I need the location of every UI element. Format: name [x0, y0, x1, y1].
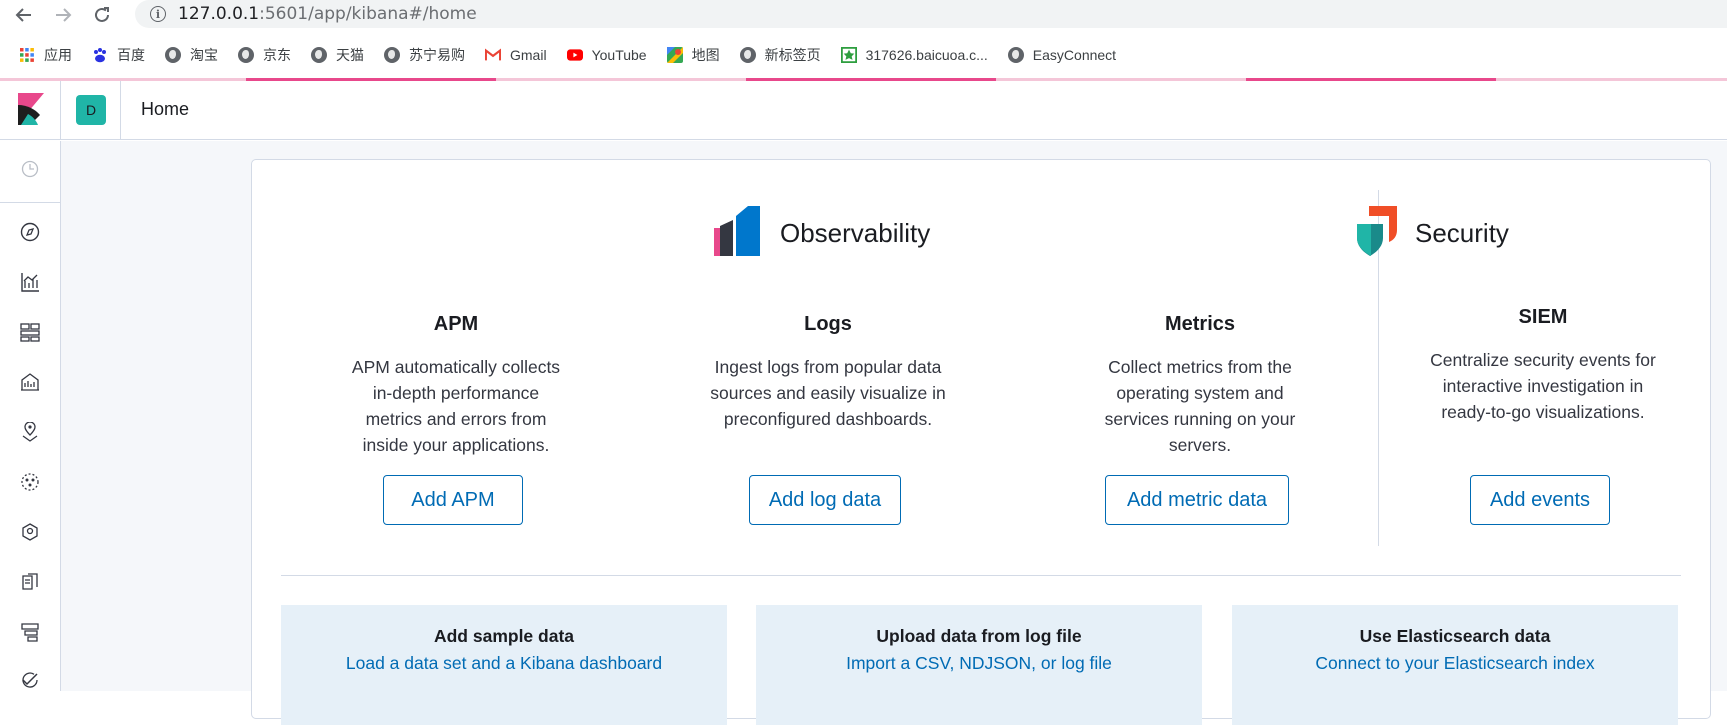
feature-title: SIEM [1518, 306, 1568, 328]
bookmark-taobao[interactable]: 淘宝 [165, 45, 218, 65]
header-divider [120, 81, 121, 139]
observability-title: Observability [780, 218, 931, 248]
logs-icon[interactable] [19, 571, 41, 593]
feature-siem: SIEM Centralize security events for inte… [1393, 306, 1693, 425]
reload-icon[interactable] [91, 4, 113, 26]
bookmark-baidu[interactable]: 百度 [92, 45, 145, 65]
apps-grid-icon [19, 47, 35, 63]
machine-learning-icon[interactable] [19, 471, 41, 493]
bookmark-label: 百度 [117, 47, 145, 63]
bookmark-newtab[interactable]: 新标签页 [739, 45, 821, 65]
bookmark-youtube[interactable]: YouTube [566, 47, 647, 63]
globe-icon [1007, 47, 1024, 63]
main-content: Observability Security APM APM automatic… [61, 141, 1727, 725]
kibana-logo-icon[interactable] [18, 93, 44, 125]
bookmark-label: YouTube [591, 47, 647, 63]
bookmarks-bar: 应用 百度 淘宝 京东 天猫 苏宁易购 Gmail YouTube 地图 新标签… [0, 40, 1727, 70]
bookmark-gmail[interactable]: Gmail [485, 47, 547, 63]
section-divider [281, 575, 1681, 576]
globe-icon [165, 47, 181, 63]
tile-title: Use Elasticsearch data [1359, 626, 1551, 646]
youtube-icon [566, 47, 583, 63]
security-title: Security [1415, 218, 1509, 248]
header-divider [60, 81, 61, 139]
baicuoa-icon [840, 47, 857, 63]
upload-log-file-tile[interactable]: Upload data from log file Import a CSV, … [756, 605, 1202, 725]
bookmark-label: 317626.baicuoa.c... [865, 47, 988, 63]
feature-apm: APM APM automatically collects in-depth … [306, 313, 606, 458]
metrics-icon[interactable] [19, 521, 41, 543]
forward-arrow-icon[interactable] [52, 4, 74, 26]
tile-title: Upload data from log file [876, 626, 1082, 646]
globe-icon [739, 47, 756, 63]
tile-link[interactable]: Connect to your Elasticsearch index [1232, 653, 1678, 674]
apm-icon[interactable] [19, 621, 41, 643]
back-arrow-icon[interactable] [13, 4, 35, 26]
add-log-data-button[interactable]: Add log data [749, 475, 901, 525]
maps-icon[interactable] [19, 421, 41, 443]
dashboard-icon[interactable] [19, 321, 41, 343]
canvas-icon[interactable] [19, 371, 41, 393]
bookmark-apps[interactable]: 应用 [19, 45, 72, 65]
bookmark-suning[interactable]: 苏宁易购 [384, 45, 465, 65]
feature-description: APM automatically collects in-depth perf… [351, 357, 561, 455]
maps-icon [666, 47, 683, 63]
clock-icon [21, 160, 39, 183]
bookmark-label: 地图 [691, 47, 720, 63]
feature-title: Logs [804, 313, 852, 335]
feature-description: Collect metrics from the operating syste… [1104, 357, 1296, 455]
site-info-icon[interactable]: i [150, 6, 166, 22]
add-data-panel: Observability Security APM APM automatic… [251, 159, 1711, 725]
feature-title: APM [433, 313, 479, 335]
bookmark-label: 新标签页 [764, 47, 821, 63]
add-apm-button[interactable]: Add APM [383, 475, 523, 525]
feature-title: Metrics [1164, 313, 1236, 335]
feature-logs: Logs Ingest logs from popular data sourc… [678, 313, 978, 432]
address-bar[interactable]: i 127.0.0.1:5601/app/kibana#/home [135, 0, 1727, 28]
breadcrumb: Home [141, 99, 190, 119]
tile-link[interactable]: Import a CSV, NDJSON, or log file [756, 653, 1202, 674]
recently-viewed-button[interactable] [0, 141, 60, 203]
feature-description: Ingest logs from popular data sources an… [710, 357, 946, 429]
bookmark-label: 苏宁易购 [409, 47, 465, 63]
globe-icon [311, 47, 327, 63]
bookmark-tmall[interactable]: 天猫 [311, 45, 364, 65]
bookmark-easyconnect[interactable]: EasyConnect [1007, 47, 1117, 63]
bookmark-label: 应用 [44, 47, 72, 63]
space-avatar[interactable]: D [76, 95, 106, 125]
url-path: :5601/app/kibana#/home [259, 4, 477, 24]
add-sample-data-tile[interactable]: Add sample data Load a data set and a Ki… [281, 605, 727, 725]
add-events-button[interactable]: Add events [1470, 475, 1610, 525]
discover-icon[interactable] [19, 221, 41, 243]
observability-icon [714, 206, 762, 261]
side-navigation [0, 141, 61, 691]
kibana-header: D Home [0, 81, 1727, 140]
feature-metrics: Metrics Collect metrics from the operati… [1050, 313, 1350, 458]
use-elasticsearch-data-tile[interactable]: Use Elasticsearch data Connect to your E… [1232, 605, 1678, 725]
bookmark-jd[interactable]: 京东 [238, 45, 291, 65]
url-host: 127.0.0.1 [178, 4, 260, 24]
feature-description: Centralize security events for interacti… [1430, 350, 1656, 422]
security-icon [1355, 206, 1397, 261]
bookmark-label: 淘宝 [190, 47, 218, 63]
bookmark-label: 京东 [263, 47, 291, 63]
uptime-icon[interactable] [19, 669, 41, 691]
globe-icon [384, 47, 400, 63]
bookmark-maps[interactable]: 地图 [666, 45, 720, 65]
add-metric-data-button[interactable]: Add metric data [1105, 475, 1289, 525]
bookmark-label: Gmail [510, 47, 547, 63]
observability-header: Observability [714, 206, 930, 261]
bookmark-label: 天猫 [336, 47, 364, 63]
bookmark-label: EasyConnect [1032, 47, 1117, 63]
visualize-icon[interactable] [19, 271, 41, 293]
baidu-icon [92, 47, 108, 63]
gmail-icon [485, 47, 501, 63]
globe-icon [238, 47, 254, 63]
bookmark-baicuoa[interactable]: 317626.baicuoa.c... [840, 47, 988, 63]
tile-link[interactable]: Load a data set and a Kibana dashboard [281, 653, 727, 674]
tile-title: Add sample data [433, 626, 575, 646]
browser-toolbar: i 127.0.0.1:5601/app/kibana#/home [0, 0, 1727, 30]
security-header: Security [1355, 206, 1509, 261]
